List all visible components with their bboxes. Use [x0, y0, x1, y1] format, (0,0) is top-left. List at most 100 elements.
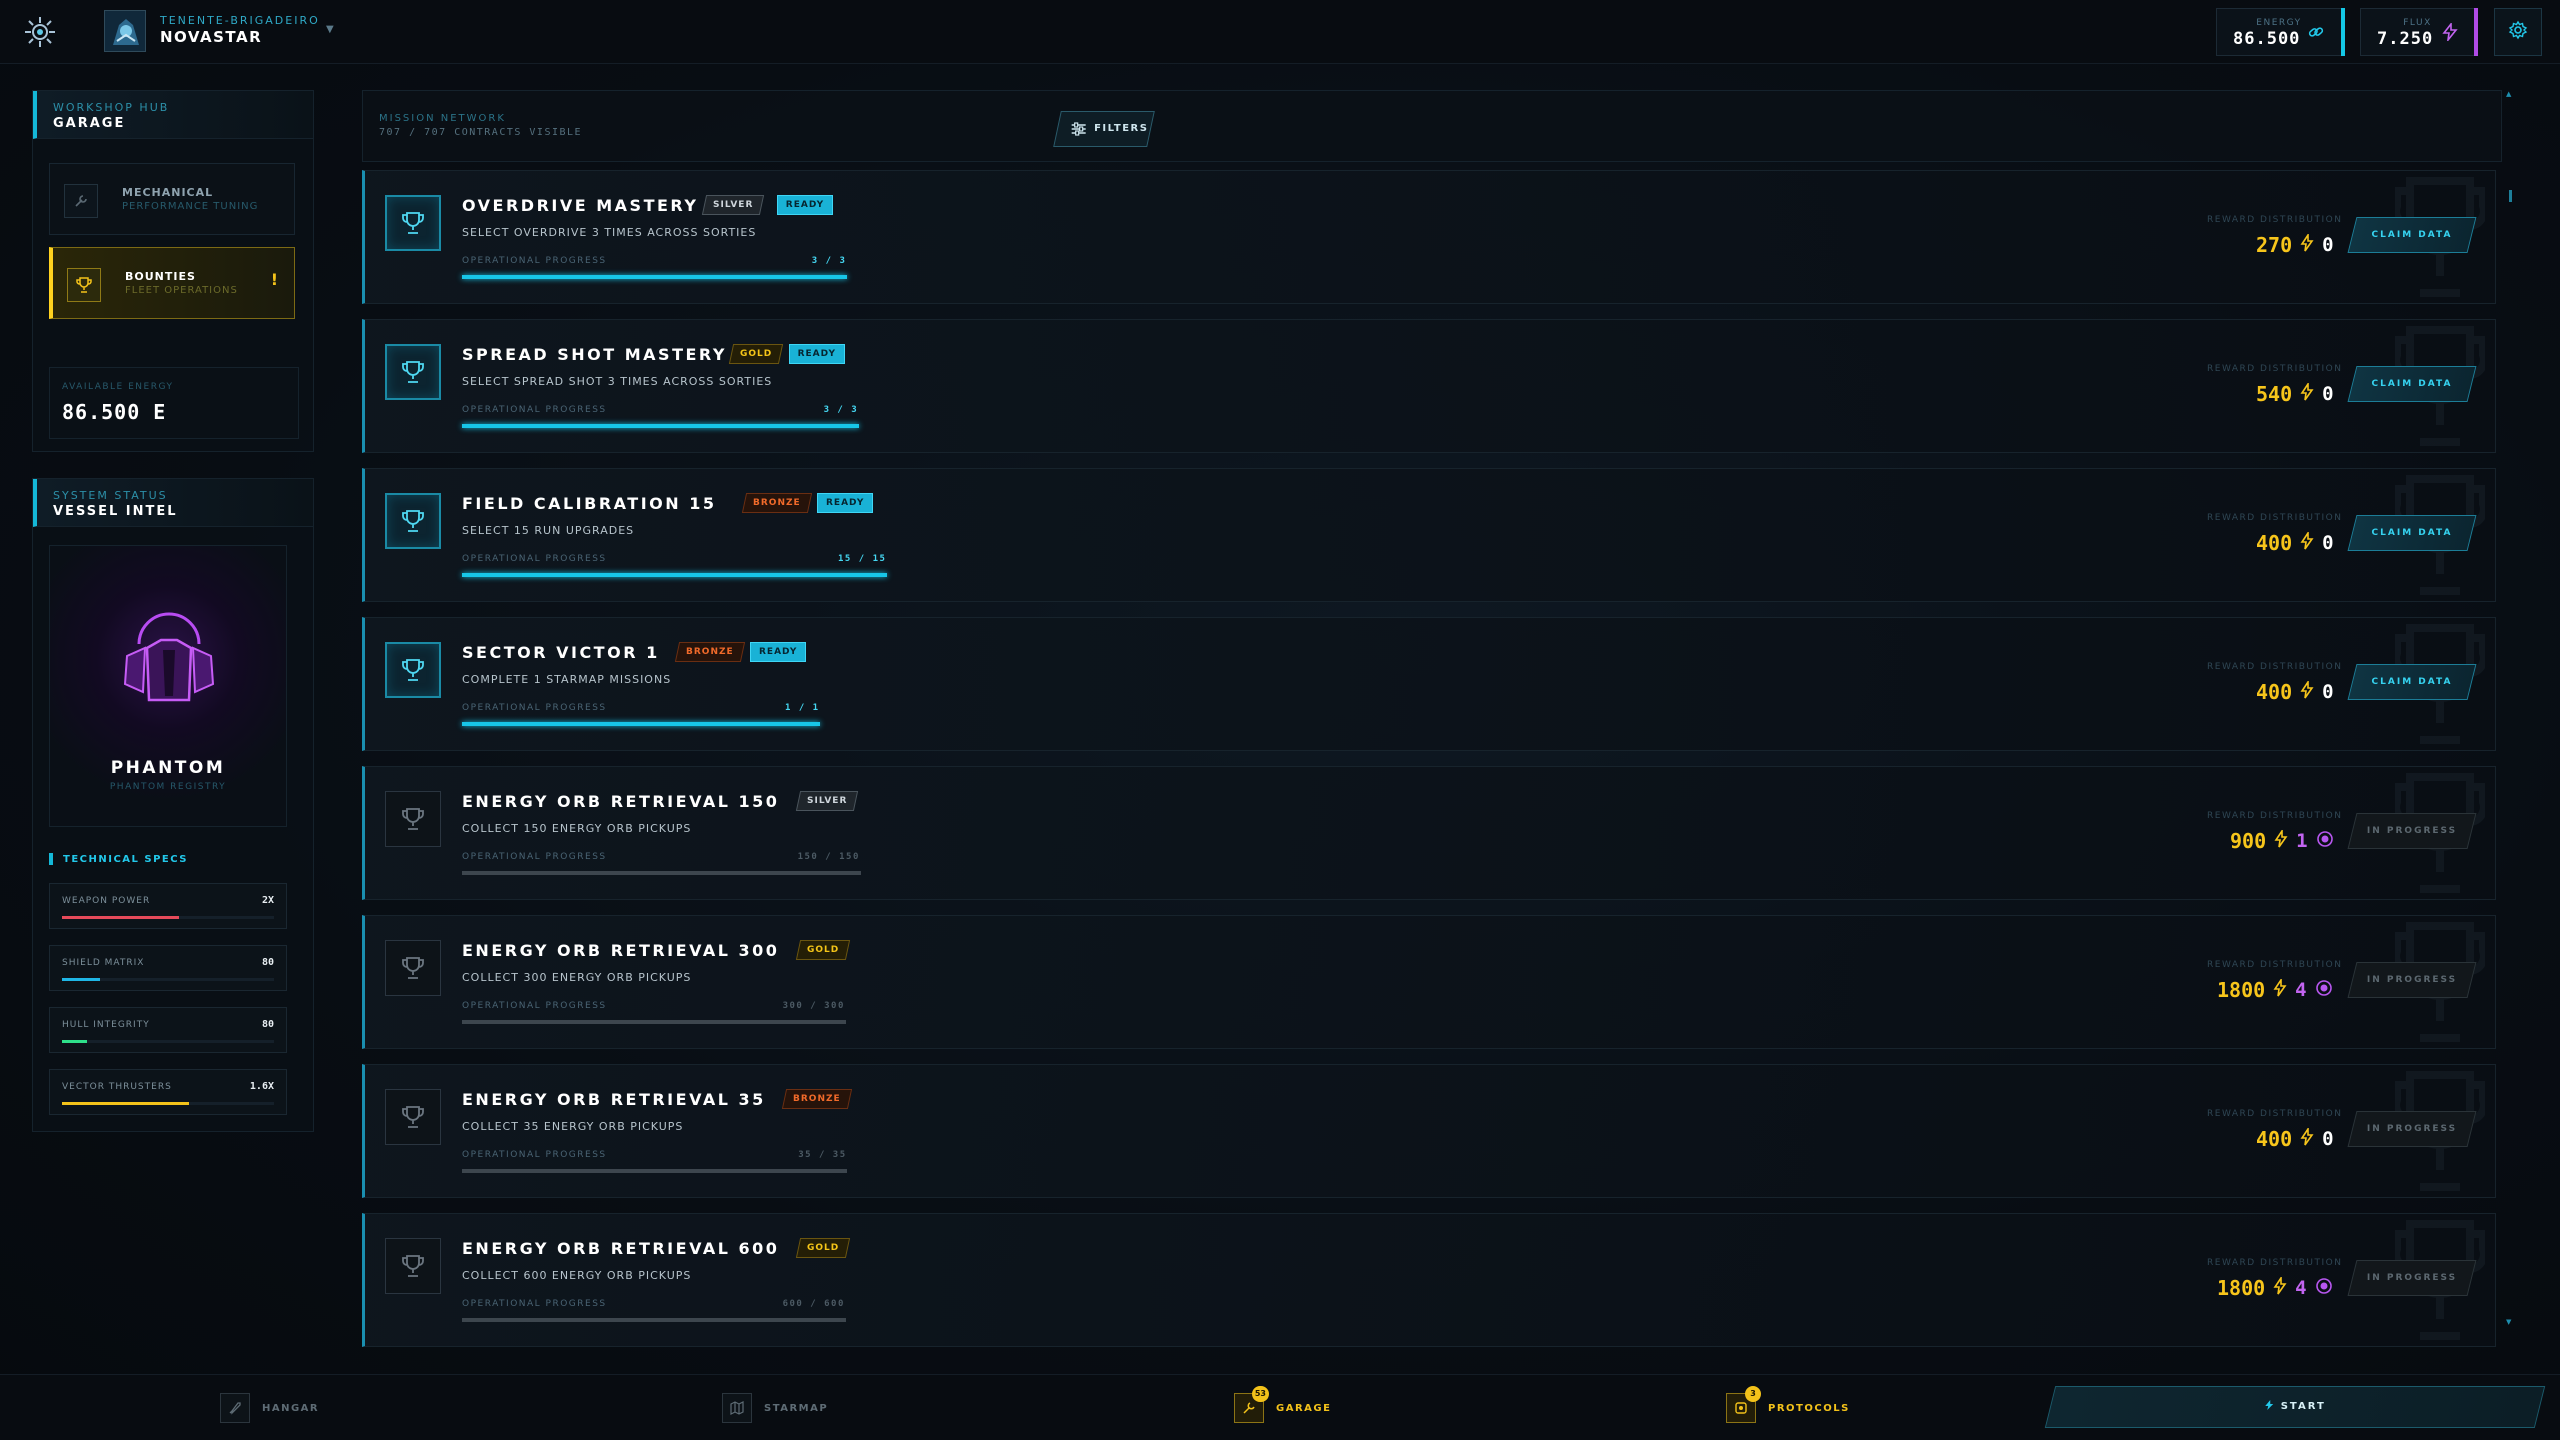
scroll-down-icon[interactable]: ▼ [2506, 1318, 2511, 1326]
progress-value: 150 / 150 [797, 852, 860, 862]
energy-reward: 400 [2256, 531, 2293, 555]
filters-label: FILTERS [1094, 123, 1149, 134]
nav-protocols[interactable]: 3 PROTOCOLS [1726, 1375, 1850, 1440]
reward-values: 540 0 [2256, 380, 2334, 408]
mission-card[interactable]: ENERGY ORB RETRIEVAL 150 SILVER COLLECT 15… [362, 766, 2496, 900]
progress-label: OPERATIONAL PROGRESS [462, 703, 607, 713]
tier-badge: BRONZE [782, 1089, 852, 1109]
mission-desc: COLLECT 300 ENERGY ORB PICKUPS [462, 971, 692, 984]
action-label: IN PROGRESS [2366, 1124, 2458, 1134]
start-label: START [2051, 1400, 2539, 1412]
mission-card[interactable]: ENERGY ORB RETRIEVAL 300 GOLD COLLECT 300 … [362, 915, 2496, 1049]
tier-label: BRONZE [793, 1094, 841, 1104]
nav-garage-label: GARAGE [1276, 1402, 1332, 1414]
in-progress-button[interactable]: IN PROGRESS [2347, 1111, 2477, 1147]
ship-name: PHANTOM [110, 758, 226, 778]
trophy-icon [385, 642, 441, 698]
spec-track [62, 1040, 274, 1043]
avatar[interactable] [104, 10, 146, 52]
tier-label: GOLD [739, 349, 772, 359]
action-label: IN PROGRESS [2366, 975, 2458, 985]
energy-accent [2341, 8, 2345, 56]
nav-starmap[interactable]: STARMAP [722, 1375, 828, 1440]
specs-accent [49, 853, 53, 865]
action-label: IN PROGRESS [2366, 826, 2458, 836]
claim-data-button[interactable]: CLAIM DATA [2347, 664, 2477, 700]
nav-garage[interactable]: 53 GARAGE [1234, 1375, 1331, 1440]
trophy-icon [385, 344, 441, 400]
in-progress-button[interactable]: IN PROGRESS [2347, 1260, 2477, 1296]
claim-data-button[interactable]: CLAIM DATA [2347, 217, 2477, 253]
mission-card[interactable]: ENERGY ORB RETRIEVAL 600 GOLD COLLECT 600 … [362, 1213, 2496, 1347]
workshop-panel: WORKSHOP HUB GARAGE MECHANICAL PERFORMAN… [32, 90, 314, 452]
claim-data-button[interactable]: CLAIM DATA [2347, 366, 2477, 402]
wrench-icon: 53 [1234, 1386, 1269, 1423]
mission-card[interactable]: SECTOR VICTOR 1 BRONZE READY COMPLETE 1 STA… [362, 617, 2496, 751]
spec-name: SHIELD MATRIX [62, 958, 145, 968]
chevron-down-icon[interactable]: ▼ [326, 24, 334, 35]
filters-button[interactable]: FILTERS [1053, 111, 1155, 147]
energy-display: ENERGY 86.500 [2216, 8, 2342, 56]
ship-preview: PHANTOM PHANTOM REGISTRY [49, 545, 287, 827]
spec-row: SHIELD MATRIX 80 [49, 945, 287, 991]
trophy-icon [67, 268, 101, 302]
claim-data-button[interactable]: CLAIM DATA [2347, 515, 2477, 551]
reward-values: 1800 4 [2217, 1274, 2333, 1302]
mission-kicker: MISSION NETWORK [379, 113, 506, 124]
mission-card[interactable]: FIELD CALIBRATION 15 BRONZE READY SELECT 15… [362, 468, 2496, 602]
mission-card[interactable]: ENERGY ORB RETRIEVAL 35 BRONZE COLLECT 35 … [362, 1064, 2496, 1198]
trophy-icon [385, 493, 441, 549]
ready-badge: READY [817, 493, 874, 513]
nav-hangar[interactable]: HANGAR [220, 1375, 319, 1440]
mission-title: SPREAD SHOT MASTERY [462, 345, 727, 364]
mission-title: ENERGY ORB RETRIEVAL 150 [462, 792, 780, 811]
mission-card[interactable]: OVERDRIVE MASTERY SILVER READY SELECT OVERD… [362, 170, 2496, 304]
in-progress-button[interactable]: IN PROGRESS [2347, 962, 2477, 998]
progress-fill [462, 722, 820, 726]
gear-icon [2508, 20, 2528, 44]
reward-label: REWARD DISTRIBUTION [2207, 811, 2343, 821]
nav-bounties[interactable]: BOUNTIES FLEET OPERATIONS ! [49, 247, 295, 319]
flux-reward: 1 [2296, 830, 2308, 852]
spec-row: VECTOR THRUSTERS 1.6X [49, 1069, 287, 1115]
protocol-icon: 3 [1726, 1386, 1761, 1423]
action-label: CLAIM DATA [2371, 528, 2453, 538]
progress-value: 15 / 15 [838, 554, 887, 564]
progress-label: OPERATIONAL PROGRESS [462, 256, 607, 266]
garage-badge: 53 [1251, 1386, 1269, 1402]
progress-label: OPERATIONAL PROGRESS [462, 1001, 607, 1011]
bounties-alert: ! [270, 270, 278, 289]
tier-label: SILVER [806, 796, 847, 806]
flux-reward: 4 [2295, 1277, 2307, 1299]
spec-value: 80 [261, 957, 274, 968]
mission-title: OVERDRIVE MASTERY [462, 196, 699, 215]
tier-badge: SILVER [701, 195, 765, 215]
mission-title: SECTOR VICTOR 1 [462, 643, 660, 662]
mission-card[interactable]: SPREAD SHOT MASTERY GOLD READY SELECT SPREA… [362, 319, 2496, 453]
player-name[interactable]: NOVASTAR [160, 28, 262, 46]
logo-icon[interactable] [20, 12, 60, 52]
bolt-icon [2300, 679, 2314, 703]
flux-reward: 0 [2322, 234, 2334, 256]
nav-mechanical[interactable]: MECHANICAL PERFORMANCE TUNING [49, 163, 295, 235]
vessel-kicker: SYSTEM STATUS [53, 489, 168, 502]
scrollbar-thumb[interactable] [2509, 190, 2512, 202]
bolt-icon [2300, 1126, 2314, 1150]
flux-reward: 0 [2322, 532, 2334, 554]
progress-value: 3 / 3 [823, 405, 859, 415]
spec-value: 2X [261, 895, 274, 906]
scroll-up-icon[interactable]: ▲ [2506, 90, 2511, 98]
action-label: CLAIM DATA [2371, 379, 2453, 389]
reward-values: 400 0 [2256, 678, 2334, 706]
tier-label: SILVER [712, 200, 754, 210]
spec-track [62, 1102, 274, 1105]
nav-bounties-label: BOUNTIES [125, 270, 196, 283]
in-progress-button[interactable]: IN PROGRESS [2347, 813, 2477, 849]
settings-button[interactable] [2494, 8, 2542, 56]
reward-values: 400 0 [2256, 529, 2334, 557]
nav-mechanical-label: MECHANICAL [122, 186, 214, 199]
start-button[interactable]: START [2044, 1386, 2546, 1428]
progress-fill [462, 1169, 848, 1173]
reward-values: 400 0 [2256, 1125, 2334, 1153]
player-rank: TENENTE-BRIGADEIRO [160, 14, 320, 27]
